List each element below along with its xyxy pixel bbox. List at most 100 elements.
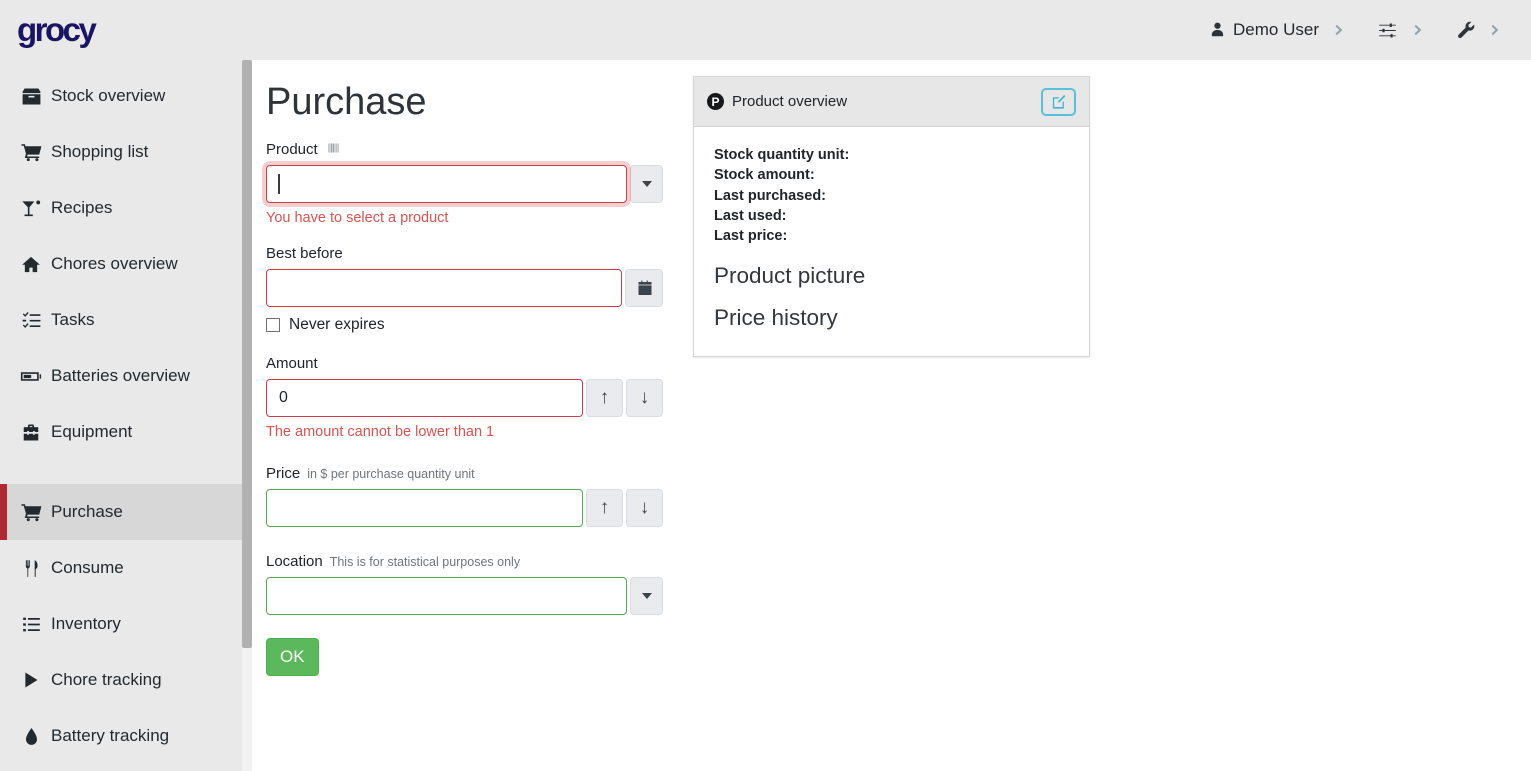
price-label: Price xyxy=(266,465,300,482)
sidebar-item-label: Recipes xyxy=(51,198,112,218)
purchase-form: Purchase Product You have to select a pr… xyxy=(266,76,663,676)
play-icon xyxy=(20,671,42,689)
chevron-right-icon xyxy=(1331,23,1345,37)
sidebar-divider xyxy=(0,460,252,484)
arrow-down-icon: ↓ xyxy=(640,497,650,519)
product-overview-header: P Product overview xyxy=(694,77,1089,127)
sidebar-item-stock-overview[interactable]: Stock overview xyxy=(0,68,252,124)
sidebar-item-label: Battery tracking xyxy=(51,726,169,746)
sidebar-item-label: Consume xyxy=(51,558,124,578)
location-dropdown-button[interactable] xyxy=(630,577,663,615)
price-decrement-button[interactable]: ↓ xyxy=(626,489,663,527)
ok-submit-button[interactable]: OK xyxy=(266,638,319,676)
shopping-cart-icon xyxy=(20,143,42,162)
calendar-button[interactable] xyxy=(625,269,663,307)
best-before-field-group: Best before Never expires xyxy=(266,245,663,334)
shopping-cart-icon xyxy=(20,503,42,522)
main-content: Purchase Product You have to select a pr… xyxy=(252,60,1531,771)
price-increment-button[interactable]: ↑ xyxy=(586,489,623,527)
sidebar-item-chore-tracking[interactable]: Chore tracking xyxy=(0,652,252,708)
sidebar-item-label: Inventory xyxy=(51,614,121,634)
product-dropdown-button[interactable] xyxy=(630,165,663,203)
arrow-up-icon: ↑ xyxy=(600,497,610,519)
product-overview-title: Product overview xyxy=(732,93,847,110)
page-title: Purchase xyxy=(266,80,663,125)
edit-product-button[interactable] xyxy=(1041,88,1076,116)
drop-icon xyxy=(20,727,42,746)
product-overview-body: Stock quantity unit: Stock amount: Last … xyxy=(694,127,1089,356)
calendar-icon xyxy=(637,280,652,296)
sidebar-scrollbar-track[interactable] xyxy=(242,60,252,771)
never-expires-checkbox[interactable] xyxy=(266,318,280,332)
price-input[interactable] xyxy=(266,489,583,527)
sidebar-item-label: Purchase xyxy=(51,502,123,522)
sidebar-item-recipes[interactable]: Recipes xyxy=(0,180,252,236)
caret-down-icon xyxy=(642,181,652,187)
sidebar-item-shopping-list[interactable]: Shopping list xyxy=(0,124,252,180)
edit-pencil-icon xyxy=(1051,94,1066,109)
product-picture-heading: Product picture xyxy=(714,264,1069,288)
stat-stock-amount: Stock amount: xyxy=(714,165,1069,185)
sidebar-item-label: Tasks xyxy=(51,310,94,330)
product-error-text: You have to select a product xyxy=(266,210,663,226)
sidebar-item-battery-tracking[interactable]: Battery tracking xyxy=(0,708,252,764)
sidebar-item-batteries-overview[interactable]: Batteries overview xyxy=(0,348,252,404)
location-input[interactable] xyxy=(266,577,627,615)
location-field-group: Location This is for statistical purpose… xyxy=(266,553,663,615)
sidebar-item-purchase[interactable]: Purchase xyxy=(0,484,252,540)
product-field-group: Product You have to select a product xyxy=(266,141,663,226)
header-menu: Demo User xyxy=(1210,20,1501,40)
best-before-label: Best before xyxy=(266,245,343,262)
app-logo[interactable]: grocy xyxy=(17,11,94,49)
amount-field-group: Amount ↑ ↓ The amount cannot be lower th… xyxy=(266,355,663,440)
amount-increment-button[interactable]: ↑ xyxy=(586,379,623,417)
utensils-icon xyxy=(20,559,42,578)
sidebar-item-label: Equipment xyxy=(51,422,132,442)
never-expires-label: Never expires xyxy=(289,316,385,334)
amount-input[interactable] xyxy=(266,379,583,417)
best-before-input[interactable] xyxy=(266,269,622,307)
toolbox-icon xyxy=(20,423,42,442)
product-input[interactable] xyxy=(266,165,627,203)
sidebar-item-label: Batteries overview xyxy=(51,366,190,386)
sidebar-item-consume[interactable]: Consume xyxy=(0,540,252,596)
user-menu-button[interactable]: Demo User xyxy=(1210,20,1319,40)
product-circle-icon: P xyxy=(707,93,724,110)
home-icon xyxy=(20,255,42,274)
arrow-up-icon: ↑ xyxy=(600,387,610,409)
sidebar-item-inventory[interactable]: Inventory xyxy=(0,596,252,652)
chevron-right-icon xyxy=(1410,23,1424,37)
settings-sliders-button[interactable] xyxy=(1377,21,1398,40)
stat-stock-quantity-unit: Stock quantity unit: xyxy=(714,145,1069,165)
sidebar-item-chores-overview[interactable]: Chores overview xyxy=(0,236,252,292)
sidebar-nav: Stock overview Shopping list Recipes Cho… xyxy=(0,60,252,771)
sidebar-item-label: Chores overview xyxy=(51,254,178,274)
stat-last-purchased: Last purchased: xyxy=(714,186,1069,206)
price-hint: in $ per purchase quantity unit xyxy=(307,467,474,481)
sidebar-item-tasks[interactable]: Tasks xyxy=(0,292,252,348)
tasks-icon xyxy=(20,311,42,330)
user-menu-label: Demo User xyxy=(1233,20,1319,40)
sidebar-item-label: Shopping list xyxy=(51,142,148,162)
never-expires-row: Never expires xyxy=(266,316,663,334)
price-history-heading: Price history xyxy=(714,306,1069,330)
text-cursor xyxy=(278,174,280,194)
sidebar-item-equipment[interactable]: Equipment xyxy=(0,404,252,460)
stat-last-price: Last price: xyxy=(714,226,1069,246)
amount-error-text: The amount cannot be lower than 1 xyxy=(266,424,663,440)
amount-decrement-button[interactable]: ↓ xyxy=(626,379,663,417)
product-label: Product xyxy=(266,141,318,158)
price-field-group: Price in $ per purchase quantity unit ↑ … xyxy=(266,465,663,527)
sidebar-item-label: Stock overview xyxy=(51,86,165,106)
cocktail-icon xyxy=(20,199,42,218)
amount-label: Amount xyxy=(266,355,318,372)
sidebar-scrollbar-thumb[interactable] xyxy=(242,60,252,648)
stat-last-used: Last used: xyxy=(714,206,1069,226)
user-icon xyxy=(1210,22,1225,38)
product-overview-card: P Product overview Stock quantity unit: … xyxy=(693,76,1090,357)
admin-wrench-button[interactable] xyxy=(1456,21,1475,40)
sidebar-item-label: Chore tracking xyxy=(51,670,162,690)
box-icon xyxy=(20,87,42,106)
barcode-icon xyxy=(325,142,342,154)
caret-down-icon xyxy=(642,593,652,599)
